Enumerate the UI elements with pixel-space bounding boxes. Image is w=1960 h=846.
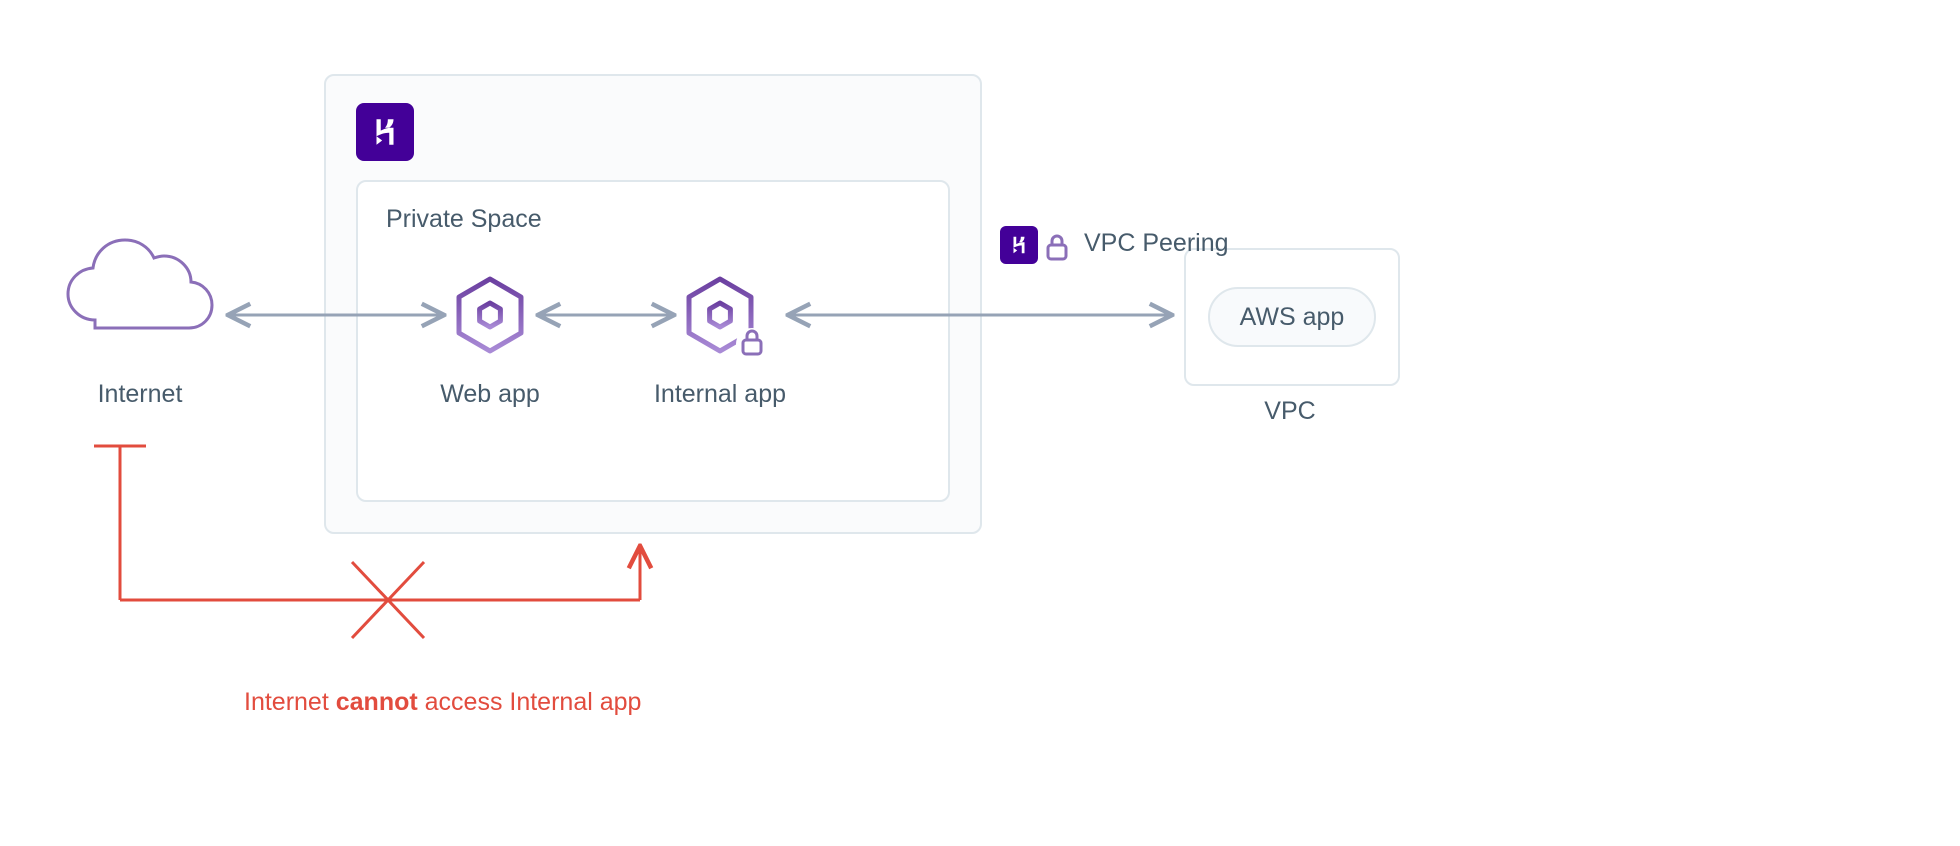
blocked-emph: cannot [336, 688, 418, 716]
blocked-prefix: Internet [244, 688, 336, 716]
blocked-path [94, 446, 640, 638]
blocked-suffix: access Internal app [418, 688, 642, 716]
blocked-caption: Internet cannot access Internal app [244, 688, 641, 717]
